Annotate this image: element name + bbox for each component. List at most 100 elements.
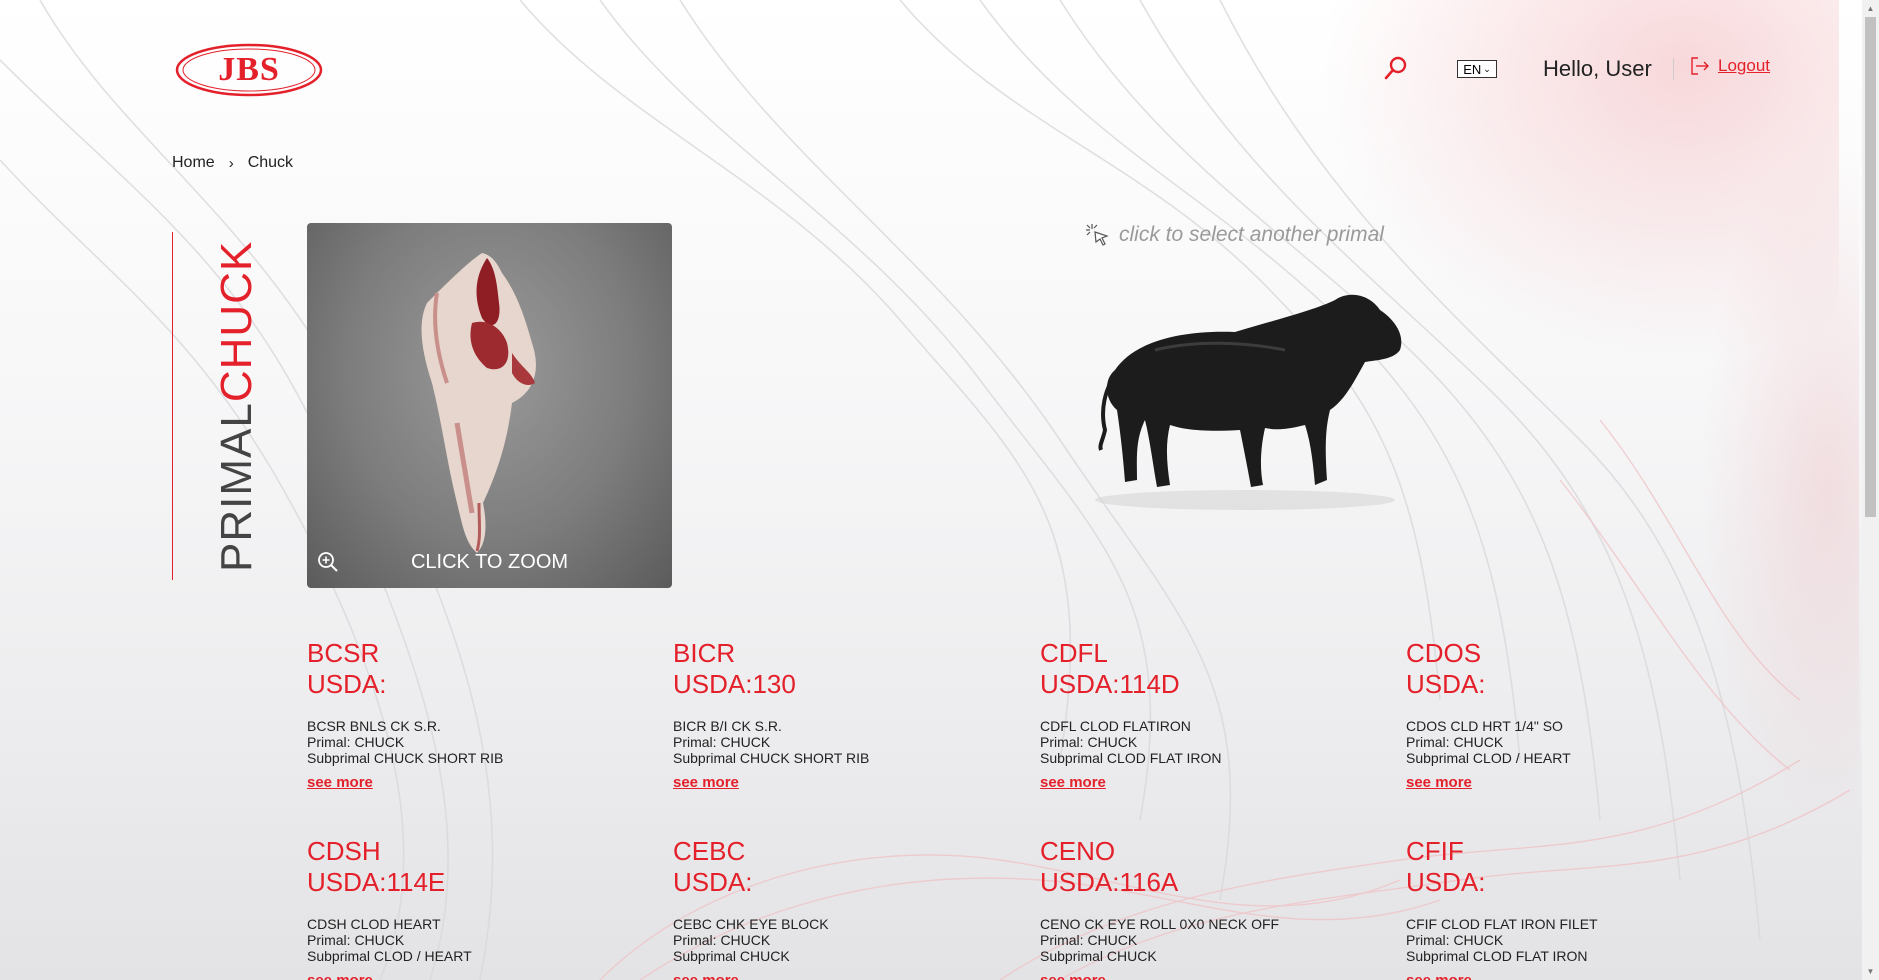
language-value: EN [1463, 61, 1482, 77]
cow-body [1106, 294, 1402, 487]
product-card: CDFL USDA:114D CDFL CLOD FLATIRON Primal… [1040, 638, 1400, 792]
product-name: BICR B/I CK S.R. [673, 718, 782, 734]
zoom-label-text: CLICK TO ZOOM [410, 551, 569, 573]
see-more-link[interactable]: see more [1040, 972, 1106, 980]
product-primal: Primal: CHUCK [1040, 932, 1138, 948]
user-greeting: Hello, User [1543, 56, 1652, 81]
background-wave-lines [0, 0, 1851, 980]
logout-icon [1691, 57, 1709, 75]
product-description: BCSR BNLS CK S.R. Primal: CHUCK Subprima… [307, 718, 667, 766]
zoom-in-icon [318, 552, 338, 572]
product-primal: Primal: CHUCK [307, 932, 405, 948]
product-description: CFIF CLOD FLAT IRON FILET Primal: CHUCK … [1406, 916, 1766, 964]
product-code: CEBC [673, 836, 746, 866]
language-select[interactable]: EN ⌄ [1457, 60, 1497, 78]
see-more-link[interactable]: see more [1406, 972, 1472, 980]
primal-title: PRIMALCHUCK [212, 241, 262, 572]
product-subprimal: Subprimal CHUCK [673, 948, 790, 964]
breadcrumb-current: Chuck [247, 154, 294, 171]
product-name: CDSH CLOD HEART [307, 916, 441, 932]
see-more-link[interactable]: see more [1406, 774, 1472, 791]
product-name: BCSR BNLS CK S.R. [307, 718, 441, 734]
breadcrumb: Home › Chuck [172, 154, 293, 172]
product-description: CDOS CLD HRT 1/4" SO Primal: CHUCK Subpr… [1406, 718, 1766, 766]
product-usda: USDA: [307, 669, 387, 699]
see-more-link[interactable]: see more [307, 972, 373, 980]
product-primal: Primal: CHUCK [1040, 734, 1138, 750]
product-name: CFIF CLOD FLAT IRON FILET [1406, 916, 1598, 932]
product-description: CEBC CHK EYE BLOCK Primal: CHUCK Subprim… [673, 916, 1033, 964]
chuck-meat-image [421, 253, 536, 553]
product-primal: Primal: CHUCK [673, 734, 771, 750]
chevron-right-icon: › [228, 154, 234, 172]
logout-label: Logout [1718, 56, 1770, 75]
primal-image-zoom[interactable]: CLICK TO ZOOM [307, 223, 672, 588]
vertical-scrollbar[interactable]: ▲ ▼ [1862, 0, 1879, 980]
search-button[interactable] [1383, 55, 1409, 81]
see-more-link[interactable]: see more [307, 774, 373, 791]
product-subprimal: Subprimal CHUCK [1040, 948, 1157, 964]
product-code: CDSH [307, 836, 381, 866]
product-usda: USDA: [1406, 669, 1486, 699]
product-card: CEBC USDA: CEBC CHK EYE BLOCK Primal: CH… [673, 836, 1033, 980]
see-more-link[interactable]: see more [673, 972, 739, 980]
product-primal: Primal: CHUCK [673, 932, 771, 948]
primal-title-prefix: PRIMAL [212, 402, 261, 572]
product-usda: USDA: [1406, 867, 1486, 897]
product-name: CDFL CLOD FLATIRON [1040, 718, 1191, 734]
product-code: CFIF [1406, 836, 1464, 866]
zoom-label: CLICK TO ZOOM [307, 551, 672, 574]
product-code: BICR [673, 638, 736, 668]
product-description: CENO CK EYE ROLL 0X0 NECK OFF Primal: CH… [1040, 916, 1400, 964]
product-usda: USDA:114D [1040, 669, 1180, 699]
product-subprimal: Subprimal CLOD FLAT IRON [1040, 750, 1222, 766]
product-primal: Primal: CHUCK [1406, 734, 1504, 750]
product-subprimal: Subprimal CLOD / HEART [1406, 750, 1571, 766]
product-description: CDFL CLOD FLATIRON Primal: CHUCK Subprim… [1040, 718, 1400, 766]
product-usda: USDA:114E [307, 867, 446, 897]
see-more-link[interactable]: see more [673, 774, 739, 791]
logo-text: JBS [218, 51, 280, 88]
product-description: BICR B/I CK S.R. Primal: CHUCK Subprimal… [673, 718, 1033, 766]
product-usda: USDA:130 [673, 669, 796, 699]
product-subprimal: Subprimal CHUCK SHORT RIB [673, 750, 870, 766]
primal-title-line [172, 232, 173, 580]
product-code: CDOS [1406, 638, 1482, 668]
select-primal-text: click to select another primal [1119, 223, 1384, 246]
product-code: BCSR [307, 638, 380, 668]
chevron-down-icon: ⌄ [1483, 63, 1491, 74]
breadcrumb-home[interactable]: Home [172, 154, 215, 172]
product-card: CDSH USDA:114E CDSH CLOD HEART Primal: C… [307, 836, 667, 980]
pointer-click-icon [1086, 224, 1109, 246]
product-usda: USDA: [673, 867, 753, 897]
logout-link[interactable]: Logout [1690, 56, 1770, 76]
product-subprimal: Subprimal CHUCK SHORT RIB [307, 750, 504, 766]
product-description: CDSH CLOD HEART Primal: CHUCK Subprimal … [307, 916, 667, 964]
product-name: CENO CK EYE ROLL 0X0 NECK OFF [1040, 916, 1280, 932]
product-card: CENO USDA:116A CENO CK EYE ROLL 0X0 NECK… [1040, 836, 1400, 980]
product-primal: Primal: CHUCK [1406, 932, 1504, 948]
product-card: CDOS USDA: CDOS CLD HRT 1/4" SO Primal: … [1406, 638, 1766, 792]
scroll-down-icon[interactable]: ▼ [1862, 963, 1879, 980]
scrollbar-thumb[interactable] [1865, 17, 1876, 517]
product-subprimal: Subprimal CLOD / HEART [307, 948, 472, 964]
product-card: BCSR USDA: BCSR BNLS CK S.R. Primal: CHU… [307, 638, 667, 792]
cow-primal-selector[interactable] [1075, 280, 1415, 520]
product-code: CDFL [1040, 638, 1108, 668]
see-more-link[interactable]: see more [1040, 774, 1106, 791]
select-primal-hint: click to select another primal [1085, 222, 1384, 248]
scroll-up-icon[interactable]: ▲ [1862, 0, 1879, 17]
product-name: CDOS CLD HRT 1/4" SO [1406, 718, 1563, 734]
product-usda: USDA:116A [1040, 867, 1179, 897]
jbs-logo[interactable]: JBS [175, 42, 323, 98]
primal-title-name: CHUCK [212, 240, 261, 403]
page: JBS EN ⌄ Hello, User Logout Home › Chuck… [0, 0, 1879, 980]
search-icon [1384, 56, 1407, 80]
product-primal: Primal: CHUCK [307, 734, 405, 750]
product-code: CENO [1040, 836, 1116, 866]
header-divider [1673, 58, 1674, 80]
product-card: CFIF USDA: CFIF CLOD FLAT IRON FILET Pri… [1406, 836, 1766, 980]
product-subprimal: Subprimal CLOD FLAT IRON [1406, 948, 1588, 964]
product-card: BICR USDA:130 BICR B/I CK S.R. Primal: C… [673, 638, 1033, 792]
product-name: CEBC CHK EYE BLOCK [673, 916, 829, 932]
